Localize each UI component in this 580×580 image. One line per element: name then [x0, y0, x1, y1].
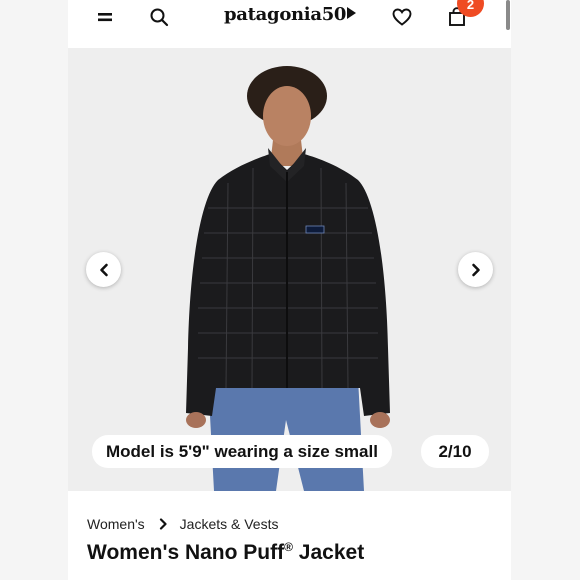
product-photo — [186, 66, 390, 491]
chevron-right-icon — [471, 263, 480, 276]
logo-play-icon — [347, 7, 357, 19]
menu-icon[interactable] — [94, 6, 116, 28]
scrollbar-thumb[interactable] — [506, 0, 510, 30]
product-page: patagonia50 2 Model is 5'9" wearing a si… — [68, 0, 511, 580]
page-margin-left — [0, 0, 68, 580]
product-image-gallery[interactable]: Model is 5'9" wearing a size small 2/10 — [68, 48, 511, 491]
search-icon[interactable] — [148, 6, 170, 28]
brand-logo-text: patagonia50 — [224, 4, 347, 25]
product-title-main: Women's Nano Puff — [87, 541, 285, 564]
breadcrumb-jackets-link[interactable]: Jackets & Vests — [180, 516, 279, 532]
trademark-symbol: ® — [284, 540, 293, 554]
breadcrumb: Women's Jackets & Vests — [87, 516, 278, 532]
product-title: Women's Nano Puff® Jacket — [87, 540, 364, 565]
next-image-button[interactable] — [458, 252, 493, 287]
page-margin-right — [511, 0, 580, 580]
chevron-right-icon — [159, 518, 168, 530]
brand-logo[interactable]: patagonia50 — [224, 4, 357, 25]
product-title-suffix: Jacket — [292, 541, 365, 564]
previous-image-button[interactable] — [86, 252, 121, 287]
model-size-caption: Model is 5'9" wearing a size small — [92, 435, 392, 468]
chevron-left-icon — [99, 263, 108, 276]
breadcrumb-womens-link[interactable]: Women's — [87, 516, 145, 532]
heart-icon[interactable] — [391, 6, 413, 28]
site-header: patagonia50 2 — [68, 0, 511, 48]
image-counter: 2/10 — [421, 435, 489, 468]
